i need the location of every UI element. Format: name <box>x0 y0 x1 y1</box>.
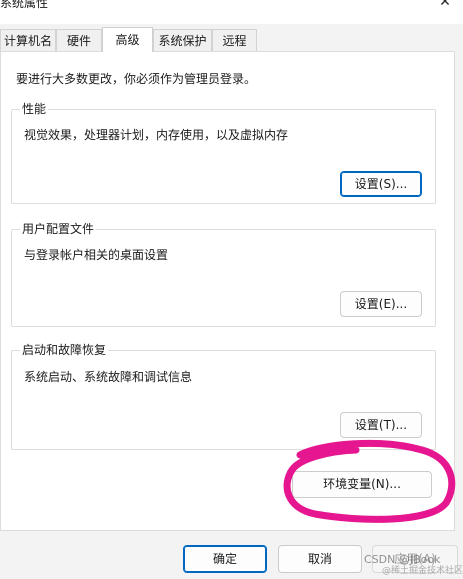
performance-title: 性能 <box>20 101 49 117</box>
user-profiles-description: 与登录帐户相关的桌面设置 <box>24 248 169 262</box>
system-properties-window: 系统属性 ✕ 计算机名 硬件 高级 系统保护 远程 要进行大多数更改，你必须作为… <box>0 0 463 579</box>
cancel-button[interactable]: 取消 <box>278 545 362 573</box>
tab-remote[interactable]: 远程 <box>212 29 257 51</box>
watermark-text: CSDN @JBook <box>364 553 441 566</box>
startup-recovery-title: 启动和故障恢复 <box>20 342 109 358</box>
performance-group: 性能 视觉效果，处理器计划，内存使用，以及虚拟内存 设置(S)... <box>11 101 436 204</box>
environment-variables-button[interactable]: 环境变量(N)... <box>292 471 432 498</box>
tab-computer-name[interactable]: 计算机名 <box>0 29 56 51</box>
title-bar: 系统属性 ✕ <box>0 0 463 24</box>
user-profiles-settings-button[interactable]: 设置(E)... <box>340 291 422 317</box>
advanced-tab-panel: 要进行大多数更改，你必须作为管理员登录。 性能 视觉效果，处理器计划，内存使用，… <box>0 51 455 531</box>
ok-button[interactable]: 确定 <box>183 545 267 573</box>
startup-recovery-settings-button[interactable]: 设置(T)... <box>340 412 422 438</box>
startup-recovery-description: 系统启动、系统故障和调试信息 <box>24 370 193 384</box>
user-profiles-title: 用户配置文件 <box>20 221 97 237</box>
window-title: 系统属性 <box>0 0 49 10</box>
performance-description: 视觉效果，处理器计划，内存使用，以及虚拟内存 <box>24 128 289 142</box>
performance-settings-button[interactable]: 设置(S)... <box>340 171 422 197</box>
admin-note: 要进行大多数更改，你必须作为管理员登录。 <box>16 72 257 86</box>
tab-bar: 计算机名 硬件 高级 系统保护 远程 <box>0 27 463 52</box>
watermark-subtext: @稀土掘金技术社区 <box>382 566 463 576</box>
startup-recovery-group: 启动和故障恢复 系统启动、系统故障和调试信息 设置(T)... <box>11 342 436 450</box>
tab-hardware[interactable]: 硬件 <box>56 29 102 51</box>
user-profiles-group: 用户配置文件 与登录帐户相关的桌面设置 设置(E)... <box>11 221 436 327</box>
tab-system-protection[interactable]: 系统保护 <box>153 29 212 51</box>
tab-advanced[interactable]: 高级 <box>102 27 153 52</box>
close-icon[interactable]: ✕ <box>436 0 454 9</box>
